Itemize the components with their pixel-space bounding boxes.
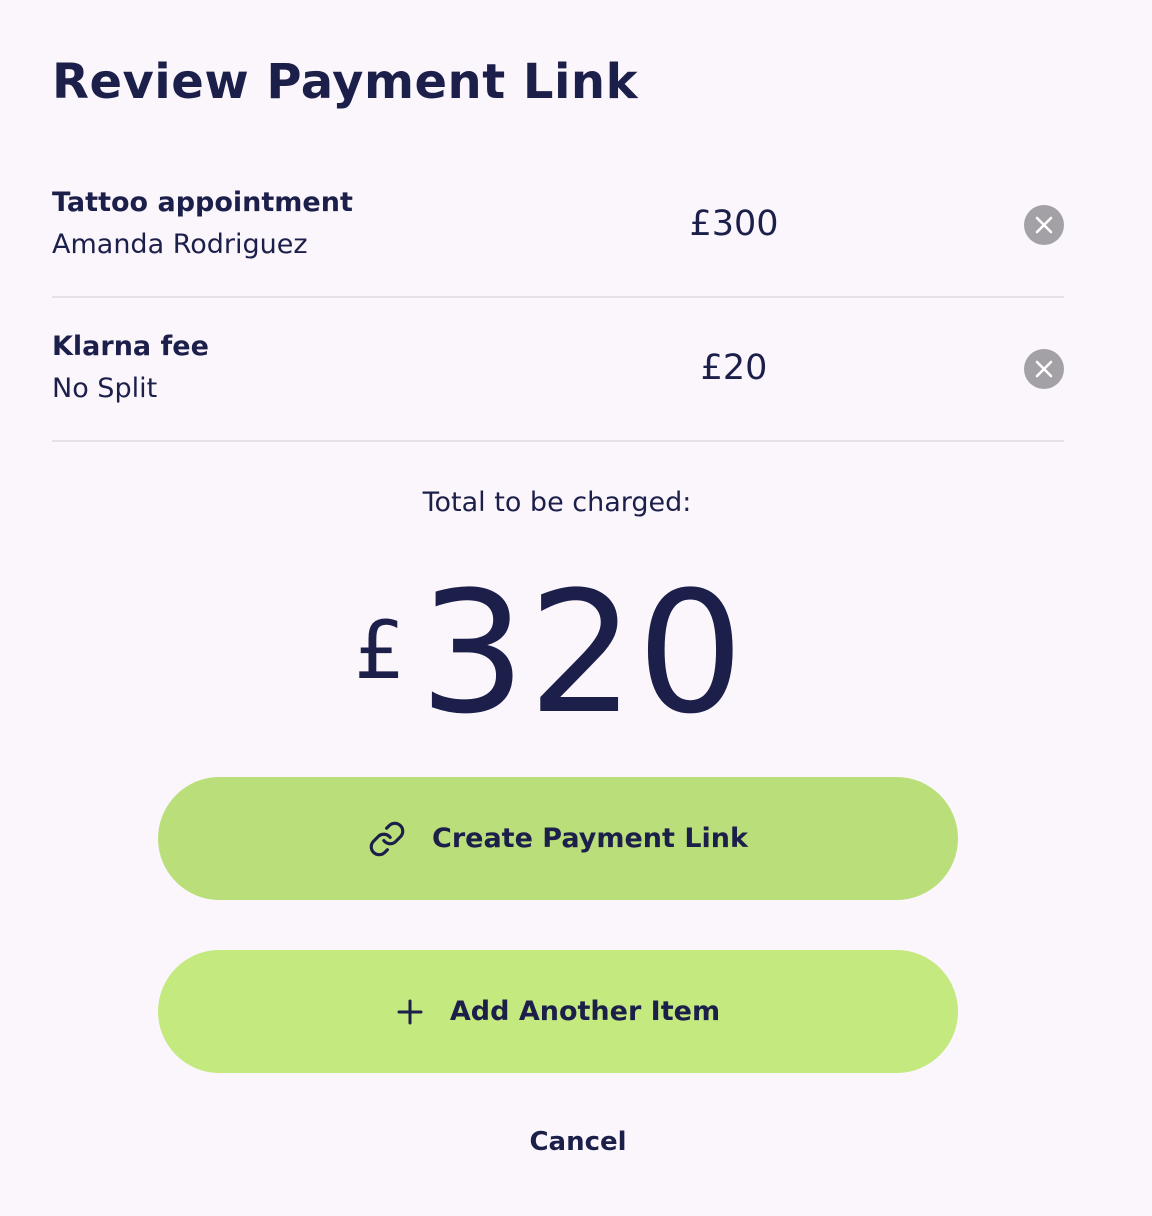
- remove-item-button[interactable]: [1024, 205, 1064, 245]
- item-subtitle: Amanda Rodriguez: [52, 229, 308, 260]
- line-item-row: Klarna fee No Split £20: [52, 298, 1064, 442]
- plus-icon: [396, 998, 424, 1026]
- currency-symbol: £: [354, 604, 406, 697]
- close-icon: [1035, 216, 1053, 234]
- link-icon: [368, 820, 406, 858]
- total-amount: £ 320: [0, 568, 1100, 738]
- item-name: Tattoo appointment: [52, 187, 353, 218]
- add-another-item-button[interactable]: Add Another Item: [158, 950, 958, 1073]
- item-name: Klarna fee: [52, 331, 209, 362]
- cancel-button[interactable]: Cancel: [478, 1124, 678, 1160]
- item-price: £300: [689, 204, 779, 244]
- item-price: £20: [700, 348, 768, 388]
- create-payment-link-button[interactable]: Create Payment Link: [158, 777, 958, 900]
- item-subtitle: No Split: [52, 373, 158, 404]
- total-value: 320: [419, 555, 746, 751]
- close-icon: [1035, 360, 1053, 378]
- create-payment-link-label: Create Payment Link: [432, 822, 748, 854]
- line-items-list: Tattoo appointment Amanda Rodriguez £300…: [52, 154, 1064, 442]
- line-item-row: Tattoo appointment Amanda Rodriguez £300: [52, 154, 1064, 298]
- remove-item-button[interactable]: [1024, 349, 1064, 389]
- total-label: Total to be charged:: [422, 487, 692, 518]
- page-title: Review Payment Link: [52, 54, 638, 110]
- add-another-item-label: Add Another Item: [449, 995, 721, 1027]
